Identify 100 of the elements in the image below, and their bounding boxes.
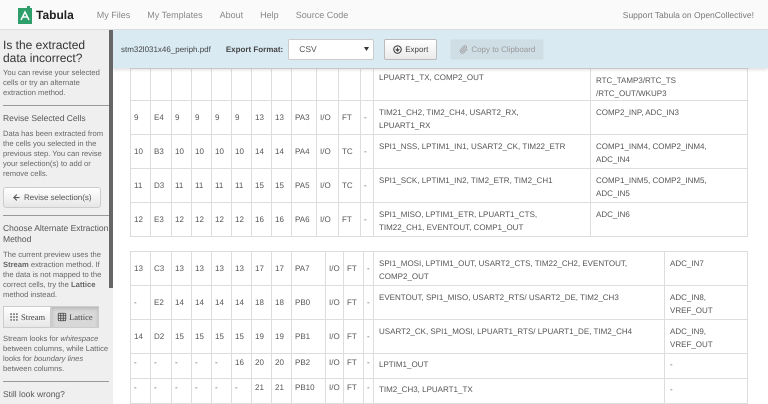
table-cell-text: FT (346, 298, 358, 307)
method-button[interactable]: Stream (3, 306, 52, 328)
table-cell-text: 10 (133, 147, 144, 156)
table-cell-text: 14 (234, 298, 245, 307)
table-cell-text: 14 (194, 298, 205, 307)
table-cell-text: SPI1_NSS, LPTIM1_IN1, USART2_CK, TIM22_ETR (378, 141, 566, 153)
table-cell-text: D2 (153, 332, 166, 341)
table-cell-text: - (366, 264, 371, 273)
table-cell-text: I/O (328, 264, 341, 273)
table-cell-text: 15 (254, 181, 265, 190)
table-cell-text: E3 (153, 215, 165, 224)
table-cell-text: 13 (194, 264, 205, 273)
table-cell-text: I/O (319, 215, 332, 224)
table-cell-text: LPTIM1_OUT (378, 359, 430, 371)
table-cell-text: 13 (174, 264, 185, 273)
table-cell-text: I/O (319, 147, 332, 156)
table-cell-text: 14 (133, 332, 144, 341)
table-cell-text: - (234, 383, 239, 392)
nav-link[interactable]: Source Code (296, 10, 348, 20)
table-cell-text: I/O (328, 298, 341, 307)
method-button[interactable]: Lattice (51, 306, 99, 328)
table-cell-text: 19 (274, 332, 285, 341)
table-cell-text: PB1 (294, 332, 312, 341)
table-cell-text: PA3 (294, 113, 311, 122)
table-cell-text: - (669, 359, 674, 371)
table-cell-text: - (669, 384, 674, 396)
export-button[interactable]: Export (384, 38, 438, 60)
table-cell-text: 9 (234, 113, 240, 122)
table-cell-text: 9 (174, 113, 180, 122)
table-cell-text: 13 (214, 264, 225, 273)
table-cell-text: 13 (133, 264, 144, 273)
table-cell-text: 10 (194, 147, 205, 156)
logo-icon (18, 6, 32, 24)
table-cell-text: TIM21_CH2, TIM2_CH4, USART2_RX, LPUART1_RX (378, 107, 520, 132)
table-cell-text: FT (346, 264, 358, 273)
table-cell-text: 9 (214, 113, 220, 122)
table-cell-text: 16 (254, 215, 265, 224)
nav-link[interactable]: About (220, 10, 244, 20)
table-cell-text: I/O (328, 383, 341, 392)
table-cell-text: I/O (319, 113, 332, 122)
table-cell-text: TC (341, 147, 354, 156)
table-cell-text: ADC_IN6 (595, 209, 631, 221)
table-cell-text: E4 (153, 113, 165, 122)
table-cell-text: TIM2_CH3, LPUART1_TX (378, 384, 474, 396)
nav-link[interactable]: Help (260, 10, 279, 20)
table-cell-text: I/O (319, 181, 332, 190)
table-cell-text: 12 (174, 215, 185, 224)
table-cell-text: 20 (274, 358, 285, 367)
table-cell-text: - (153, 383, 158, 392)
table-cell-text: FT (341, 215, 353, 224)
table-cell-text: - (214, 383, 219, 392)
table-cell-text: 15 (234, 332, 245, 341)
brand-name[interactable]: Tabula (36, 8, 74, 22)
table-cell-text: USART2_CK, SPI1_MOSI, LPUART1_RTS/ LPUART1_DE, TIM2_CH4 (378, 326, 634, 338)
table-cell-text: - (366, 358, 371, 367)
table-cell-text: 9 (133, 113, 140, 122)
table-cell-text: PA7 (294, 264, 311, 273)
table-cell-text: - (194, 383, 199, 392)
table-cell-text: 14 (174, 298, 185, 307)
table-cell-text: FT (346, 332, 358, 341)
table-cell-text: PA4 (294, 147, 311, 156)
table-cell-text: B3 (153, 147, 165, 156)
table-cell-text: 16 (234, 358, 245, 367)
table-cell-text: - (366, 298, 371, 307)
table-cell-text: FT (346, 358, 358, 367)
table-cell-text: ADC_IN8, VREF_OUT (669, 292, 714, 317)
table-cell-text: - (366, 383, 371, 392)
table-cell-text: PB10 (294, 383, 316, 392)
table-cell-text: I/O (328, 358, 341, 367)
table-cell-text: 20 (254, 358, 265, 367)
support-link[interactable]: Support Tabula on OpenCollective! (622, 10, 754, 20)
sidebar-title: Is the extracted data incorrect? (3, 39, 86, 65)
file-name: stm32l031x46_periph.pdf (121, 44, 211, 54)
paperclip-icon (459, 44, 468, 54)
table-cell-text: 11 (194, 181, 204, 190)
table-cell-text: FT (341, 113, 353, 122)
table-cell-text: E2 (153, 298, 165, 307)
scrollbar[interactable] (109, 30, 113, 288)
nav-link[interactable]: My Files (96, 10, 130, 20)
table-cell-text: RTC_TAMP3/RTC_TS /RTC_OUT/WKUP3 (595, 75, 678, 100)
table-cell-text: 10 (234, 147, 245, 156)
section-heading: Revise Selected Cells (3, 113, 87, 124)
format-select[interactable]: CSV (288, 38, 374, 60)
format-label: Export Format: (226, 44, 284, 54)
table-cell-text: SPI1_MOSI, LPTIM1_OUT, USART2_CTS, TIM22_CH2, EVENTOUT, COMP2_OUT (378, 258, 628, 283)
table-cell-text: COMP1_INM5, COMP2_INM5, ADC_IN5 (595, 175, 708, 200)
table-cell-text: 10 (174, 147, 185, 156)
table-cell-text: PA6 (294, 215, 311, 224)
table-cell-text: LPUART1_TX, COMP2_OUT (378, 72, 485, 84)
table-cell-text: 15 (274, 181, 285, 190)
table-cell-text: 17 (274, 264, 285, 273)
table-cell-text: SPI1_MISO, LPTIM1_ETR, LPUART1_CTS, TIM22_CH1, EVENTOUT, COMP1_OUT (378, 209, 538, 234)
table-cell-text: 13 (234, 264, 245, 273)
table-cell-text: 12 (133, 215, 144, 224)
revise-button[interactable]: Revise selection(s) (3, 186, 101, 208)
nav-link[interactable]: My Templates (147, 10, 203, 20)
table-cell-text: 18 (274, 298, 285, 307)
table-cell-text: I/O (328, 332, 341, 341)
table-cell-text: 9 (194, 113, 200, 122)
table-cell-text: - (363, 113, 368, 122)
